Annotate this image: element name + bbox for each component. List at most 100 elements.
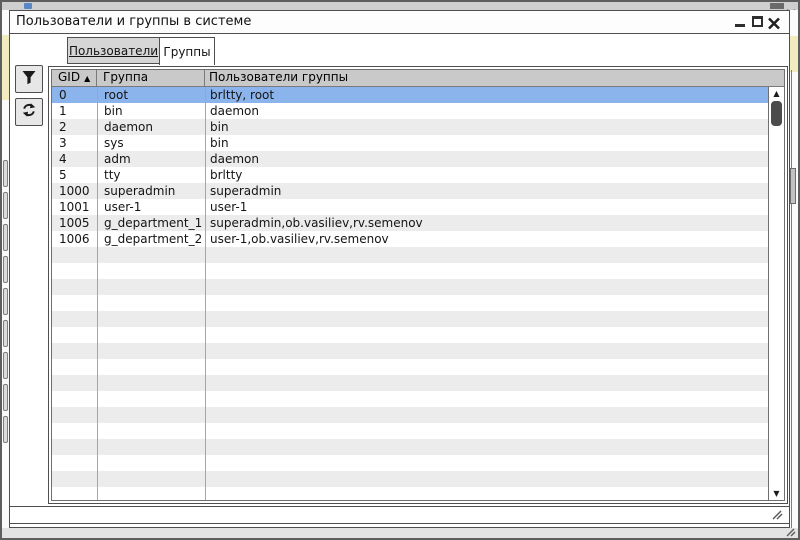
background-window-left-strip: [2, 10, 9, 528]
background-mini-button[interactable]: [3, 384, 8, 411]
column-header-group[interactable]: Группа: [97, 70, 205, 86]
table-row-empty: [52, 327, 768, 343]
groups-table-viewport: GID ▲ Группа Пользователи группы 0 root brl…: [51, 69, 785, 501]
table-row-empty: [52, 471, 768, 487]
background-yellow-panel: [790, 36, 798, 72]
table-row-empty: [52, 407, 768, 423]
table-row[interactable]: 1 bin daemon: [52, 103, 768, 119]
background-yellow-panel: [2, 35, 9, 100]
table-cell: 1005: [59, 216, 90, 230]
refresh-icon: [21, 102, 37, 122]
users-groups-window: Пользователи и группы в системе Пользова…: [9, 10, 790, 528]
column-header-users[interactable]: Пользователи группы: [205, 70, 784, 86]
table-row-empty: [52, 311, 768, 327]
table-cell: 3: [59, 136, 67, 150]
table-row-empty: [52, 439, 768, 455]
status-bar: [10, 506, 789, 524]
table-header: GID ▲ Группа Пользователи группы: [52, 70, 784, 87]
table-cell: brltty, root: [210, 88, 275, 102]
table-cell: 1001: [59, 200, 90, 214]
window-titlebar[interactable]: Пользователи и группы в системе: [10, 11, 789, 34]
background-mini-button[interactable]: [3, 160, 8, 187]
background-mini-button[interactable]: [3, 288, 8, 315]
table-cell: brltty: [210, 168, 243, 182]
table-row-empty: [52, 295, 768, 311]
background-mini-button[interactable]: [3, 320, 8, 347]
table-cell: user-1: [210, 200, 248, 214]
background-mini-button[interactable]: [3, 352, 8, 379]
table-cell: bin: [104, 104, 123, 118]
background-mini-button[interactable]: [3, 256, 8, 283]
window-resize-grip[interactable]: [769, 507, 784, 521]
table-cell: user-1,ob.vasiliev,rv.semenov: [210, 232, 389, 246]
table-cell: g_department_2: [104, 232, 203, 246]
table-row-empty: [52, 343, 768, 359]
table-row-empty: [52, 455, 768, 471]
refresh-button[interactable]: [15, 98, 43, 126]
table-row[interactable]: 1005 g_department_1 superadmin,ob.vasiliev…: [52, 215, 768, 231]
table-cell: superadmin,ob.vasiliev,rv.semenov: [210, 216, 423, 230]
table-cell: bin: [210, 136, 229, 150]
filter-funnel-icon: [21, 70, 37, 89]
table-row-empty: [52, 247, 768, 263]
outer-window-titlebar: [2, 2, 798, 17]
table-row-empty: [52, 487, 768, 500]
table-row-empty: [52, 263, 768, 279]
app-icon: [24, 3, 32, 9]
table-cell: sys: [104, 136, 124, 150]
table-row[interactable]: 3 sys bin: [52, 135, 768, 151]
table-cell: 5: [59, 168, 67, 182]
table-row[interactable]: 0 root brltty, root: [52, 87, 768, 103]
table-cell: 1: [59, 104, 67, 118]
background-scrollbar-thumb[interactable]: [790, 168, 796, 204]
table-row[interactable]: 4 adm daemon: [52, 151, 768, 167]
column-header-gid[interactable]: GID ▲: [52, 70, 97, 86]
table-cell: daemon: [210, 104, 259, 118]
table-cell: daemon: [210, 152, 259, 166]
table-cell: daemon: [104, 120, 153, 134]
table-cell: 1000: [59, 184, 90, 198]
tab-users[interactable]: Пользователи: [67, 37, 160, 64]
table-cell: 0: [59, 88, 67, 102]
table-cell: superadmin: [104, 184, 176, 198]
table-row-empty: [52, 359, 768, 375]
background-window-border: [791, 70, 792, 528]
table-cell: tty: [104, 168, 121, 182]
column-divider: [97, 87, 98, 500]
tab-groups-label: Группы: [163, 44, 211, 59]
groups-table: GID ▲ Группа Пользователи группы 0 root brl…: [48, 66, 788, 504]
table-body: 0 root brltty, root 1 bin daemon 2 daemon bin 3 sy…: [52, 87, 768, 500]
background-mini-button[interactable]: [3, 224, 8, 251]
tab-groups[interactable]: Группы: [159, 37, 215, 65]
table-row-empty: [52, 391, 768, 407]
scroll-up-icon[interactable]: ▲: [769, 87, 784, 100]
background-mini-button[interactable]: [3, 416, 8, 443]
scrollbar-thumb[interactable]: [771, 101, 782, 126]
scroll-down-icon[interactable]: ▼: [769, 487, 784, 500]
window-title: Пользователи и группы в системе: [16, 14, 252, 29]
vertical-scrollbar[interactable]: ▲ ▼: [768, 87, 784, 500]
table-cell: 2: [59, 120, 67, 134]
table-cell: adm: [104, 152, 131, 166]
table-row[interactable]: 5 tty brltty: [52, 167, 768, 183]
filter-button[interactable]: [15, 65, 43, 93]
tab-users-label: Пользователи: [68, 43, 159, 58]
column-divider: [205, 87, 206, 500]
table-row[interactable]: 1000 superadmin superadmin: [52, 183, 768, 199]
outer-maximize-button[interactable]: [770, 3, 784, 9]
minimize-icon[interactable]: [735, 24, 745, 27]
desktop-background: Пользователи и группы в системе Пользова…: [0, 0, 800, 540]
table-row[interactable]: 1006 g_department_2 user-1,ob.vasiliev,rv.…: [52, 231, 768, 247]
outer-resize-grip[interactable]: [783, 528, 796, 537]
table-row-empty: [52, 375, 768, 391]
background-mini-button[interactable]: [3, 192, 8, 219]
table-cell: superadmin: [210, 184, 282, 198]
close-icon[interactable]: [767, 15, 781, 30]
outer-close-icon[interactable]: [786, 2, 797, 17]
table-cell: root: [104, 88, 129, 102]
table-cell: user-1: [104, 200, 142, 214]
table-row-empty: [52, 279, 768, 295]
table-row[interactable]: 1001 user-1 user-1: [52, 199, 768, 215]
maximize-icon[interactable]: [752, 16, 763, 27]
table-row[interactable]: 2 daemon bin: [52, 119, 768, 135]
